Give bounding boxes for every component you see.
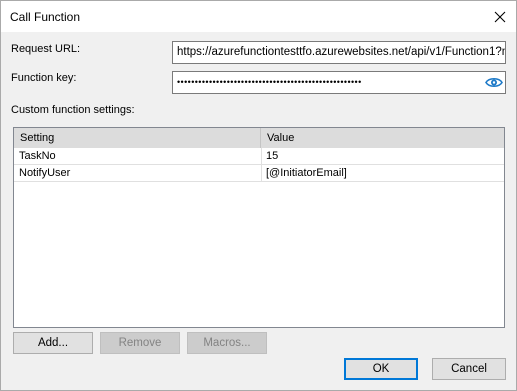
- table-row[interactable]: TaskNo 15: [14, 148, 504, 165]
- ok-button[interactable]: OK: [344, 358, 418, 380]
- close-button[interactable]: [484, 1, 516, 32]
- function-key-label: Function key:: [11, 72, 77, 84]
- setting-cell[interactable]: NotifyUser: [14, 165, 261, 181]
- column-header-setting[interactable]: Setting: [14, 128, 261, 148]
- cancel-button[interactable]: Cancel: [432, 358, 506, 380]
- function-key-masked-value: ••••••••••••••••••••••••••••••••••••••••…: [177, 77, 362, 87]
- settings-grid[interactable]: Setting Value TaskNo 15 NotifyUser [@Ini…: [13, 127, 505, 328]
- setting-cell[interactable]: TaskNo: [14, 148, 261, 164]
- add-button[interactable]: Add...: [13, 332, 93, 354]
- request-url-value: https://azurefunctiontesttfo.azurewebsit…: [177, 46, 506, 58]
- call-function-dialog: Call Function Request URL: https://azure…: [0, 0, 517, 391]
- function-key-input[interactable]: ••••••••••••••••••••••••••••••••••••••••…: [172, 71, 506, 94]
- title-bar: Call Function: [1, 1, 516, 32]
- column-divider: [261, 148, 262, 182]
- close-icon: [494, 11, 506, 22]
- remove-button[interactable]: Remove: [100, 332, 180, 354]
- column-header-value[interactable]: Value: [261, 128, 504, 148]
- macros-button[interactable]: Macros...: [187, 332, 267, 354]
- custom-settings-label: Custom function settings:: [11, 104, 135, 116]
- eye-icon[interactable]: [485, 75, 503, 90]
- request-url-input[interactable]: https://azurefunctiontesttfo.azurewebsit…: [172, 41, 506, 64]
- table-row[interactable]: NotifyUser [@InitiatorEmail]: [14, 165, 504, 182]
- value-cell[interactable]: [@InitiatorEmail]: [261, 165, 504, 181]
- value-cell[interactable]: 15: [261, 148, 504, 164]
- dialog-title: Call Function: [10, 10, 81, 24]
- grid-header: Setting Value: [14, 128, 504, 148]
- request-url-label: Request URL:: [11, 43, 81, 55]
